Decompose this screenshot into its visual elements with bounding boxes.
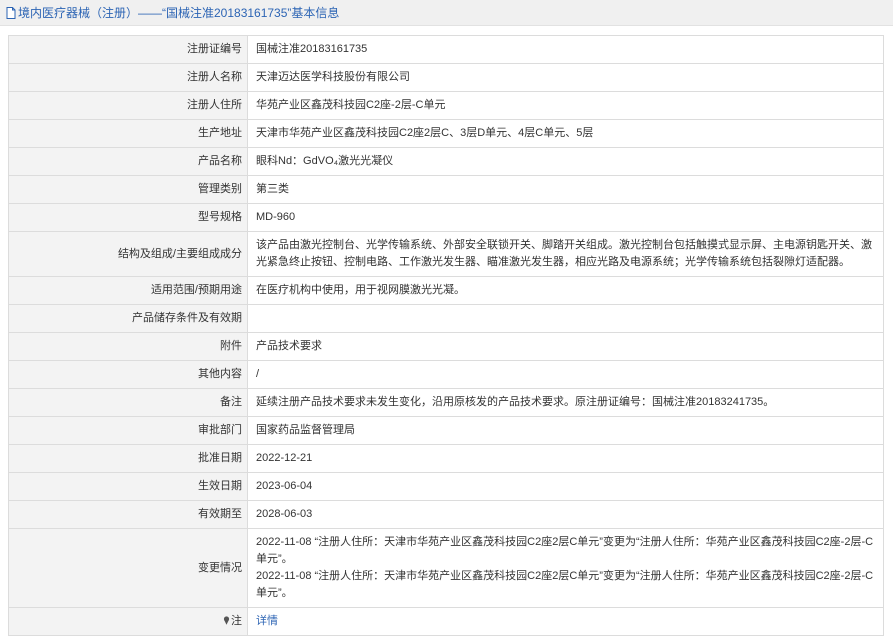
row-value: 2023-06-04 [247, 472, 884, 501]
row-value: 国家药品监督管理局 [247, 416, 884, 445]
row-label: 生产地址 [8, 119, 248, 148]
row-label: 管理类别 [8, 175, 248, 204]
table-row: 注册证编号 国械注准20183161735 [8, 35, 884, 64]
table-row: 产品名称 眼科Nd：GdVO₄激光光凝仪 [8, 147, 884, 176]
table-row: 附件 产品技术要求 [8, 332, 884, 361]
change-entry: 2022-11-08 “注册人住所：天津市华苑产业区鑫茂科技园C2座2层C单元”… [256, 570, 874, 599]
row-label: 适用范围/预期用途 [8, 276, 248, 305]
row-value: 眼科Nd：GdVO₄激光光凝仪 [247, 147, 884, 176]
note-label: 注 [231, 615, 242, 627]
info-table: 注册证编号 国械注准20183161735 注册人名称 天津迈达医学科技股份有限… [8, 35, 884, 636]
note-row: 注 详情 [8, 607, 884, 636]
table-row: 其他内容 / [8, 360, 884, 389]
row-label: 变更情况 [8, 528, 248, 608]
table-row: 注册人名称 天津迈达医学科技股份有限公司 [8, 63, 884, 92]
row-value: 2028-06-03 [247, 500, 884, 529]
change-history-row: 变更情况 2022-11-08 “注册人住所：天津市华苑产业区鑫茂科技园C2座2… [8, 528, 884, 608]
row-value: 国械注准20183161735 [247, 35, 884, 64]
table-row: 结构及组成/主要组成成分 该产品由激光控制台、光学传输系统、外部安全联锁开关、脚… [8, 231, 884, 277]
row-label: 型号规格 [8, 203, 248, 232]
row-label: 注册人名称 [8, 63, 248, 92]
row-label: 其他内容 [8, 360, 248, 389]
row-label: 注册人住所 [8, 91, 248, 120]
row-value: 华苑产业区鑫茂科技园C2座-2层-C单元 [247, 91, 884, 120]
row-value: / [247, 360, 884, 389]
row-label: 备注 [8, 388, 248, 417]
row-label: 产品名称 [8, 147, 248, 176]
map-pin-icon [223, 616, 230, 625]
row-value: 延续注册产品技术要求未发生变化，沿用原核发的产品技术要求。原注册证编号：国械注准… [247, 388, 884, 417]
row-value: MD-960 [247, 203, 884, 232]
details-link[interactable]: 详情 [256, 615, 278, 627]
row-value: 2022-12-21 [247, 444, 884, 473]
table-row: 生产地址 天津市华苑产业区鑫茂科技园C2座2层C、3层D单元、4层C单元、5层 [8, 119, 884, 148]
document-icon [6, 6, 16, 19]
change-history: 2022-11-08 “注册人住所：天津市华苑产业区鑫茂科技园C2座2层C单元”… [247, 528, 884, 608]
row-value: 在医疗机构中使用，用于视网膜激光光凝。 [247, 276, 884, 305]
change-entry: 2022-11-08 “注册人住所：天津市华苑产业区鑫茂科技园C2座2层C单元”… [256, 536, 874, 565]
row-label: 产品储存条件及有效期 [8, 304, 248, 333]
row-label: 生效日期 [8, 472, 248, 501]
table-row: 产品储存条件及有效期 [8, 304, 884, 333]
row-label: 注册证编号 [8, 35, 248, 64]
table-row: 管理类别 第三类 [8, 175, 884, 204]
row-label: 附件 [8, 332, 248, 361]
table-row: 生效日期 2023-06-04 [8, 472, 884, 501]
page-title: 境内医疗器械（注册）——“国械注准20183161735”基本信息 [18, 6, 340, 20]
title-bar: 境内医疗器械（注册）——“国械注准20183161735”基本信息 [0, 0, 893, 26]
row-label: 批准日期 [8, 444, 248, 473]
table-row: 注册人住所 华苑产业区鑫茂科技园C2座-2层-C单元 [8, 91, 884, 120]
table-row: 批准日期 2022-12-21 [8, 444, 884, 473]
row-value: 第三类 [247, 175, 884, 204]
table-row: 适用范围/预期用途 在医疗机构中使用，用于视网膜激光光凝。 [8, 276, 884, 305]
row-value: 产品技术要求 [247, 332, 884, 361]
row-value: 该产品由激光控制台、光学传输系统、外部安全联锁开关、脚踏开关组成。激光控制台包括… [247, 231, 884, 277]
note-label-cell: 注 [8, 607, 248, 636]
row-value: 天津市华苑产业区鑫茂科技园C2座2层C、3层D单元、4层C单元、5层 [247, 119, 884, 148]
table-row: 审批部门 国家药品监督管理局 [8, 416, 884, 445]
table-row: 型号规格 MD-960 [8, 203, 884, 232]
row-label: 结构及组成/主要组成成分 [8, 231, 248, 277]
row-value: 天津迈达医学科技股份有限公司 [247, 63, 884, 92]
table-row: 有效期至 2028-06-03 [8, 500, 884, 529]
table-row: 备注 延续注册产品技术要求未发生变化，沿用原核发的产品技术要求。原注册证编号：国… [8, 388, 884, 417]
row-value [247, 304, 884, 333]
row-label: 有效期至 [8, 500, 248, 529]
row-label: 审批部门 [8, 416, 248, 445]
note-value: 详情 [247, 607, 884, 636]
